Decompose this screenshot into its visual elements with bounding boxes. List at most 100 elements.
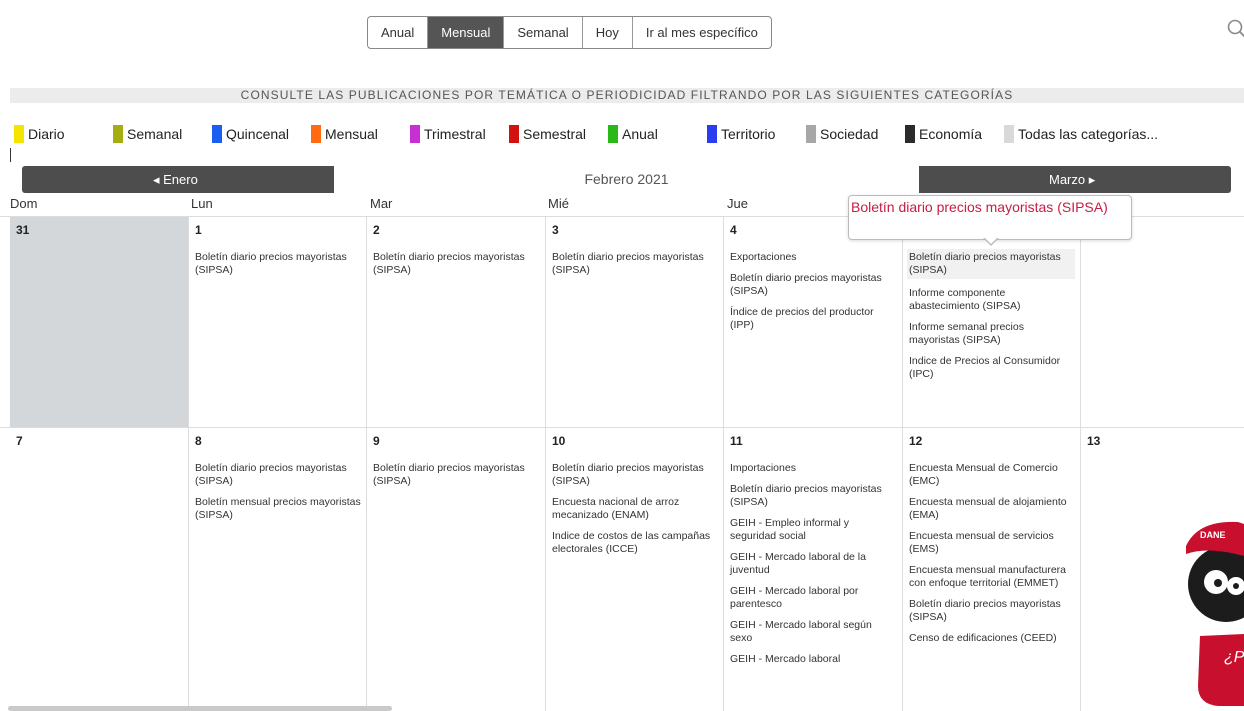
day-cell[interactable]: 10 Boletín diario precios mayoristas (SI… <box>545 428 723 711</box>
cap-text: DANE <box>1200 530 1226 540</box>
today-button[interactable]: Hoy <box>583 17 633 48</box>
event-link[interactable]: Boletín diario precios mayoristas (SIPSA… <box>195 251 361 277</box>
category-todas[interactable]: Todas las categorías... <box>1004 124 1158 144</box>
category-economia[interactable]: Economía <box>905 124 982 144</box>
category-anual[interactable]: Anual <box>608 124 658 144</box>
prev-month-label: Enero <box>163 172 198 187</box>
event-link-hovered[interactable]: Boletín diario precios mayoristas (SIPSA… <box>907 249 1075 279</box>
mascot-pupil <box>1233 583 1239 589</box>
day-number: 11 <box>730 434 743 448</box>
event-link[interactable]: GEIH - Empleo informal y seguridad socia… <box>730 517 896 543</box>
next-month-link[interactable]: Marzo ▸ <box>1049 166 1095 193</box>
day-number: 4 <box>730 223 737 237</box>
day-cell[interactable]: 4 Exportaciones Boletín diario precios m… <box>723 217 902 427</box>
event-link[interactable]: Boletín diario precios mayoristas (SIPSA… <box>730 272 896 298</box>
sociedad-swatch <box>806 125 816 143</box>
event-link[interactable]: Importaciones <box>730 462 896 475</box>
event-link[interactable]: Censo de edificaciones (CEED) <box>909 632 1075 645</box>
category-semestral[interactable]: Semestral <box>509 124 586 144</box>
event-link[interactable]: GEIH - Mercado laboral <box>730 653 896 666</box>
event-link[interactable]: Boletín diario precios mayoristas (SIPSA… <box>195 462 361 488</box>
search-icon[interactable] <box>1226 18 1244 40</box>
day-number: 10 <box>552 434 566 448</box>
category-diario[interactable]: Diario <box>14 124 65 144</box>
event-link[interactable]: Índice de precios del productor (IPP) <box>730 306 896 332</box>
view-anual-button[interactable]: Anual <box>368 17 429 48</box>
category-quincenal[interactable]: Quincenal <box>212 124 289 144</box>
day-cell[interactable]: 2 Boletín diario precios mayoristas (SIP… <box>366 217 545 427</box>
event-link[interactable]: Informe componente abastecimiento (SIPSA… <box>909 287 1075 313</box>
day-number: 8 <box>195 434 202 448</box>
event-link[interactable]: GEIH - Mercado laboral por parentesco <box>730 585 896 611</box>
event-link[interactable]: Boletín mensual precios mayoristas (SIPS… <box>195 496 361 522</box>
category-semanal[interactable]: Semanal <box>113 124 182 144</box>
category-label: Semestral <box>523 126 587 142</box>
day-cell[interactable] <box>1080 217 1244 427</box>
semestral-swatch <box>509 125 519 143</box>
category-mensual[interactable]: Mensual <box>311 124 378 144</box>
event-link[interactable]: Encuesta mensual de alojamiento (EMA) <box>909 496 1075 522</box>
weekday-thursday: Jue <box>727 196 748 211</box>
event-link[interactable]: GEIH - Mercado laboral según sexo <box>730 619 896 645</box>
event-link[interactable]: Boletín diario precios mayoristas (SIPSA… <box>909 598 1075 624</box>
category-label: Todas las categorías... <box>1018 126 1159 142</box>
day-cell[interactable]: Boletín diario precios mayoristas (SIPSA… <box>902 217 1080 427</box>
day-cell[interactable]: 1 Boletín diario precios mayoristas (SIP… <box>188 217 366 427</box>
day-number: 13 <box>1087 434 1101 448</box>
view-mensual-button[interactable]: Mensual <box>428 17 505 48</box>
category-label: Trimestral <box>424 126 486 142</box>
day-number: 3 <box>552 223 559 237</box>
day-cell[interactable]: 31 <box>10 217 188 427</box>
event-link[interactable]: Encuesta mensual de servicios (EMS) <box>909 530 1075 556</box>
next-month-label: Marzo <box>1049 172 1086 187</box>
category-label: Sociedad <box>820 126 879 142</box>
day-cell[interactable]: 11 Importaciones Boletín diario precios … <box>723 428 902 711</box>
quincenal-swatch <box>212 125 222 143</box>
event-link[interactable]: Boletín diario precios mayoristas (SIPSA… <box>552 462 718 488</box>
category-label: Quincenal <box>226 126 290 142</box>
event-link[interactable]: Boletín diario precios mayoristas (SIPSA… <box>552 251 718 277</box>
event-link[interactable]: Encuesta mensual manufacturera con enfoq… <box>909 564 1075 590</box>
category-label: Territorio <box>721 126 776 142</box>
event-link[interactable]: Indice de costos de las campañas elector… <box>552 530 718 556</box>
trimestral-swatch <box>410 125 420 143</box>
event-link[interactable]: Indice de Precios al Consumidor (IPC) <box>909 355 1075 381</box>
caret-right-icon: ▸ <box>1085 172 1096 187</box>
dane-mascot-chat-widget[interactable]: DANE ¿P ay <box>1178 516 1244 706</box>
day-number: 7 <box>16 434 23 448</box>
day-cell[interactable]: 8 Boletín diario precios mayoristas (SIP… <box>188 428 366 711</box>
day-cell[interactable]: 12 Encuesta Mensual de Comercio (EMC) En… <box>902 428 1080 711</box>
day-cell[interactable]: 9 Boletín diario precios mayoristas (SIP… <box>366 428 545 711</box>
day-cell[interactable]: 7 <box>10 428 188 711</box>
event-link[interactable]: Informe semanal precios mayoristas (SIPS… <box>909 321 1075 347</box>
event-link[interactable]: Encuesta Mensual de Comercio (EMC) <box>909 462 1075 488</box>
category-label: Mensual <box>325 126 378 142</box>
view-semanal-button[interactable]: Semanal <box>504 17 583 48</box>
text-caret <box>10 148 11 162</box>
bubble-text: ¿P ay <box>1224 649 1244 666</box>
prev-month-link[interactable]: ◂ Enero <box>153 166 198 193</box>
category-trimestral[interactable]: Trimestral <box>410 124 486 144</box>
horizontal-scrollbar[interactable] <box>8 706 392 711</box>
tooltip-arrow-fill <box>984 237 998 244</box>
go-to-month-button[interactable]: Ir al mes específico <box>633 17 771 48</box>
category-sociedad[interactable]: Sociedad <box>806 124 878 144</box>
event-link[interactable]: GEIH - Mercado laboral de la juventud <box>730 551 896 577</box>
view-switcher: Anual Mensual Semanal Hoy Ir al mes espe… <box>367 16 772 49</box>
caret-left-icon: ◂ <box>153 172 164 187</box>
event-link[interactable]: Exportaciones <box>730 251 896 264</box>
weekday-monday: Lun <box>191 196 213 211</box>
event-link[interactable]: Boletín diario precios mayoristas (SIPSA… <box>373 251 539 277</box>
diario-swatch <box>14 125 24 143</box>
weekday-tuesday: Mar <box>370 196 393 211</box>
event-link[interactable]: Boletín diario precios mayoristas (SIPSA… <box>730 483 896 509</box>
territorio-swatch <box>707 125 717 143</box>
event-link[interactable]: Boletín diario precios mayoristas (SIPSA… <box>373 462 539 488</box>
todas-swatch <box>1004 125 1014 143</box>
current-month-title: Febrero 2021 <box>334 166 919 193</box>
day-number: 1 <box>195 223 202 237</box>
event-link[interactable]: Encuesta nacional de arroz mecanizado (E… <box>552 496 718 522</box>
tooltip-text: Boletín diario precios mayoristas (SIPSA… <box>851 199 1108 215</box>
category-territorio[interactable]: Territorio <box>707 124 775 144</box>
day-cell[interactable]: 3 Boletín diario precios mayoristas (SIP… <box>545 217 723 427</box>
